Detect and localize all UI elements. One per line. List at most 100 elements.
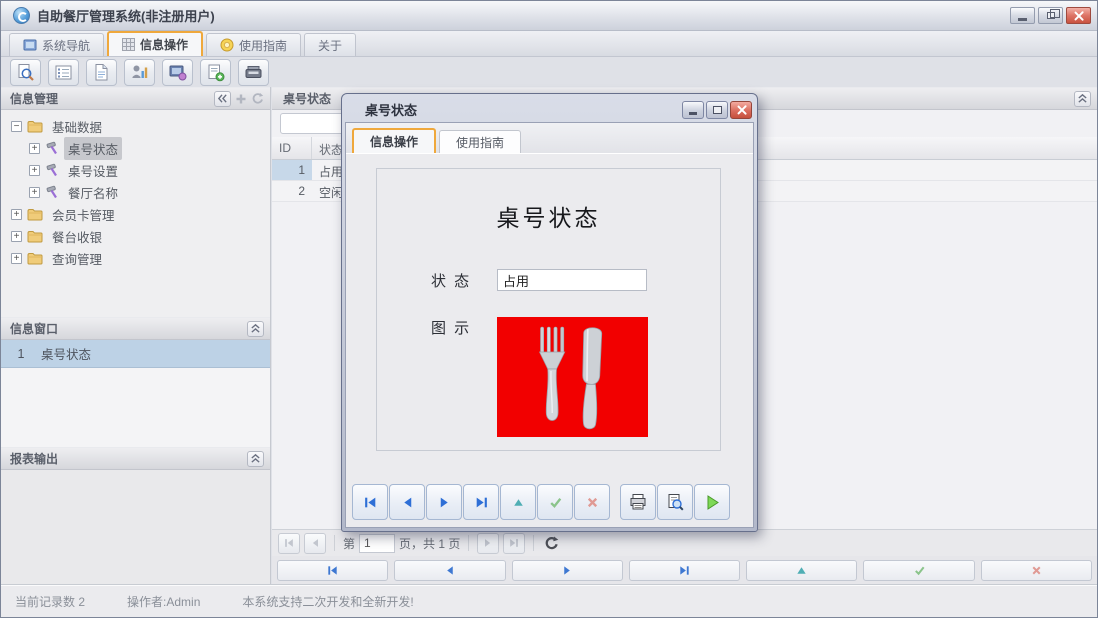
last-page-button[interactable] <box>503 533 525 554</box>
first-page-icon <box>283 537 295 549</box>
tree-node-cashier[interactable]: + 餐台收银 <box>1 225 270 247</box>
minimize-icon <box>1018 18 1027 21</box>
tab-about[interactable]: 关于 <box>304 33 356 56</box>
tree-node-table-setting[interactable]: + 桌号设置 <box>1 159 270 181</box>
run-button[interactable] <box>694 484 730 520</box>
prev-page-icon <box>309 537 321 549</box>
status-input[interactable] <box>497 269 647 291</box>
user-report-button[interactable] <box>124 59 155 86</box>
cancel-button[interactable] <box>981 560 1092 581</box>
refresh-icon[interactable] <box>251 92 264 105</box>
tree-node-base-data[interactable]: − 基础数据 <box>1 115 270 137</box>
dialog-minimize-button[interactable] <box>682 101 704 119</box>
image-field-label: 图 示 <box>431 317 497 338</box>
preview-search-button[interactable] <box>10 59 41 86</box>
tree-node-table-status[interactable]: + 桌号状态 <box>1 137 270 159</box>
print-button[interactable] <box>620 484 656 520</box>
prev-record-icon <box>400 495 415 510</box>
next-record-button[interactable] <box>426 484 462 520</box>
dialog-tab-user-guide[interactable]: 使用指南 <box>439 130 521 153</box>
display-module-button[interactable] <box>162 59 193 86</box>
title-bar: 自助餐厅管理系统(非注册用户) <box>1 1 1097 31</box>
tree-node-query[interactable]: + 查询管理 <box>1 247 270 269</box>
dialog-title-bar[interactable]: 桌号状态 <box>345 97 754 122</box>
collapse-main-panel-button[interactable] <box>1074 91 1091 107</box>
tab-user-guide[interactable]: 使用指南 <box>206 33 301 56</box>
expand-node-icon[interactable]: + <box>11 231 22 242</box>
add-icon[interactable] <box>235 93 247 105</box>
tree-node-label[interactable]: 会员卡管理 <box>48 203 119 226</box>
page-number-input[interactable] <box>359 534 395 553</box>
minimize-button[interactable] <box>1010 7 1035 24</box>
tab-info-operation[interactable]: 信息操作 <box>107 31 203 56</box>
restore-button[interactable] <box>1038 7 1063 24</box>
add-record-button[interactable] <box>200 59 231 86</box>
prev-record-button[interactable] <box>394 560 505 581</box>
first-record-button[interactable] <box>277 560 388 581</box>
expand-node-icon[interactable]: + <box>29 187 40 198</box>
expand-node-icon[interactable]: + <box>11 209 22 220</box>
tree-node-label[interactable]: 桌号状态 <box>64 137 122 160</box>
last-page-icon <box>508 537 520 549</box>
app-logo-icon <box>13 7 30 24</box>
x-icon <box>1030 564 1043 577</box>
dialog-tabstrip: 信息操作 使用指南 <box>346 123 753 154</box>
new-document-button[interactable] <box>86 59 117 86</box>
list-item-label: 桌号状态 <box>41 344 91 363</box>
confirm-button[interactable] <box>537 484 573 520</box>
expand-node-icon[interactable]: + <box>11 253 22 264</box>
panel-title: 信息管理 <box>10 90 58 107</box>
prev-page-button[interactable] <box>304 533 326 554</box>
main-tabstrip: 系统导航 信息操作 使用指南 关于 <box>1 31 1097 57</box>
x-icon <box>585 495 600 510</box>
tree-node-restaurant-name[interactable]: + 餐厅名称 <box>1 181 270 203</box>
column-header-id[interactable]: ID <box>272 137 312 159</box>
collapse-panel-button[interactable] <box>247 451 264 467</box>
folder-icon <box>27 120 43 133</box>
confirm-button[interactable] <box>863 560 974 581</box>
record-count-label: 当前记录数 2 <box>15 593 85 610</box>
record-nav-bar <box>272 556 1097 584</box>
last-record-button[interactable] <box>629 560 740 581</box>
tab-system-nav[interactable]: 系统导航 <box>9 33 104 56</box>
refresh-grid-icon[interactable] <box>544 536 559 551</box>
tab-label: 信息操作 <box>140 36 188 53</box>
last-record-button[interactable] <box>463 484 499 520</box>
next-record-button[interactable] <box>512 560 623 581</box>
close-button[interactable] <box>1066 7 1091 24</box>
print-preview-button[interactable] <box>657 484 693 520</box>
collapse-panel-button[interactable] <box>247 321 264 337</box>
prev-record-button[interactable] <box>389 484 425 520</box>
tree-node-label[interactable]: 查询管理 <box>48 247 106 270</box>
dialog-tab-info-operation[interactable]: 信息操作 <box>352 128 436 153</box>
collapse-node-icon[interactable]: − <box>11 121 22 132</box>
tree-node-label[interactable]: 桌号设置 <box>64 159 122 182</box>
expand-node-icon[interactable]: + <box>29 165 40 176</box>
tool-icon <box>45 163 59 177</box>
first-record-button[interactable] <box>352 484 388 520</box>
window-title: 自助餐厅管理系统(非注册用户) <box>37 6 215 25</box>
tree-node-member-card[interactable]: + 会员卡管理 <box>1 203 270 225</box>
expand-node-icon[interactable]: + <box>29 143 40 154</box>
tree-node-label[interactable]: 餐台收银 <box>48 225 106 248</box>
archive-output-button[interactable] <box>238 59 269 86</box>
dialog-maximize-button[interactable] <box>706 101 728 119</box>
collapse-sidebar-button[interactable] <box>214 91 231 107</box>
page-prefix-label: 第 <box>343 535 355 552</box>
dialog-close-button[interactable] <box>730 101 752 119</box>
first-page-button[interactable] <box>278 533 300 554</box>
double-chevron-up-icon <box>250 323 261 334</box>
list-view-button[interactable] <box>48 59 79 86</box>
cancel-button[interactable] <box>574 484 610 520</box>
list-item-table-status[interactable]: 1 桌号状态 <box>1 340 270 368</box>
tree-node-label[interactable]: 餐厅名称 <box>64 181 122 204</box>
last-record-icon <box>678 564 691 577</box>
print-preview-icon <box>666 493 684 511</box>
next-page-button[interactable] <box>477 533 499 554</box>
edit-record-button[interactable] <box>746 560 857 581</box>
pagination-bar: 第 页，共 1 页 <box>272 529 1097 556</box>
edit-record-button[interactable] <box>500 484 536 520</box>
tree-node-label[interactable]: 基础数据 <box>48 115 106 138</box>
close-icon <box>736 104 747 115</box>
double-chevron-up-icon <box>1077 93 1088 104</box>
